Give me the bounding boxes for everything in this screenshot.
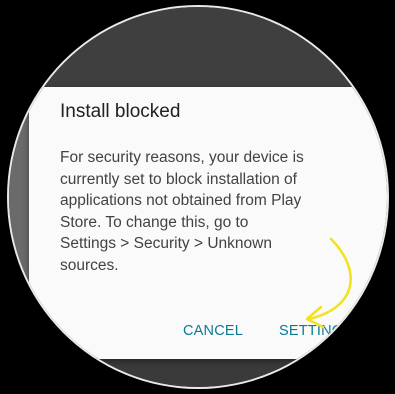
dialog-message-line: For security reasons, your device is xyxy=(60,149,304,166)
dialog-message-line: Settings > Security > Unknown xyxy=(60,235,272,252)
background-bottom xyxy=(9,357,387,387)
screenshot-frame: Install blocked For security reasons, yo… xyxy=(0,0,395,394)
install-blocked-dialog: Install blocked For security reasons, yo… xyxy=(29,87,387,359)
dialog-message-line: currently set to block installation of xyxy=(60,170,297,188)
status-area xyxy=(9,7,387,93)
dialog-title: Install blocked xyxy=(60,101,181,122)
background-left xyxy=(9,87,29,367)
dialog-message: For security reasons, your device is cur… xyxy=(60,147,387,276)
dialog-message-line: sources. xyxy=(60,256,119,274)
settings-button[interactable]: SETTINGS xyxy=(279,323,353,339)
magnifier-circle: Install blocked For security reasons, yo… xyxy=(9,7,387,387)
dialog-message-line: Store. To change this, go to xyxy=(60,213,249,231)
cancel-button[interactable]: CANCEL xyxy=(183,323,243,339)
dialog-message-line: applications not obtained from Play xyxy=(60,192,302,209)
